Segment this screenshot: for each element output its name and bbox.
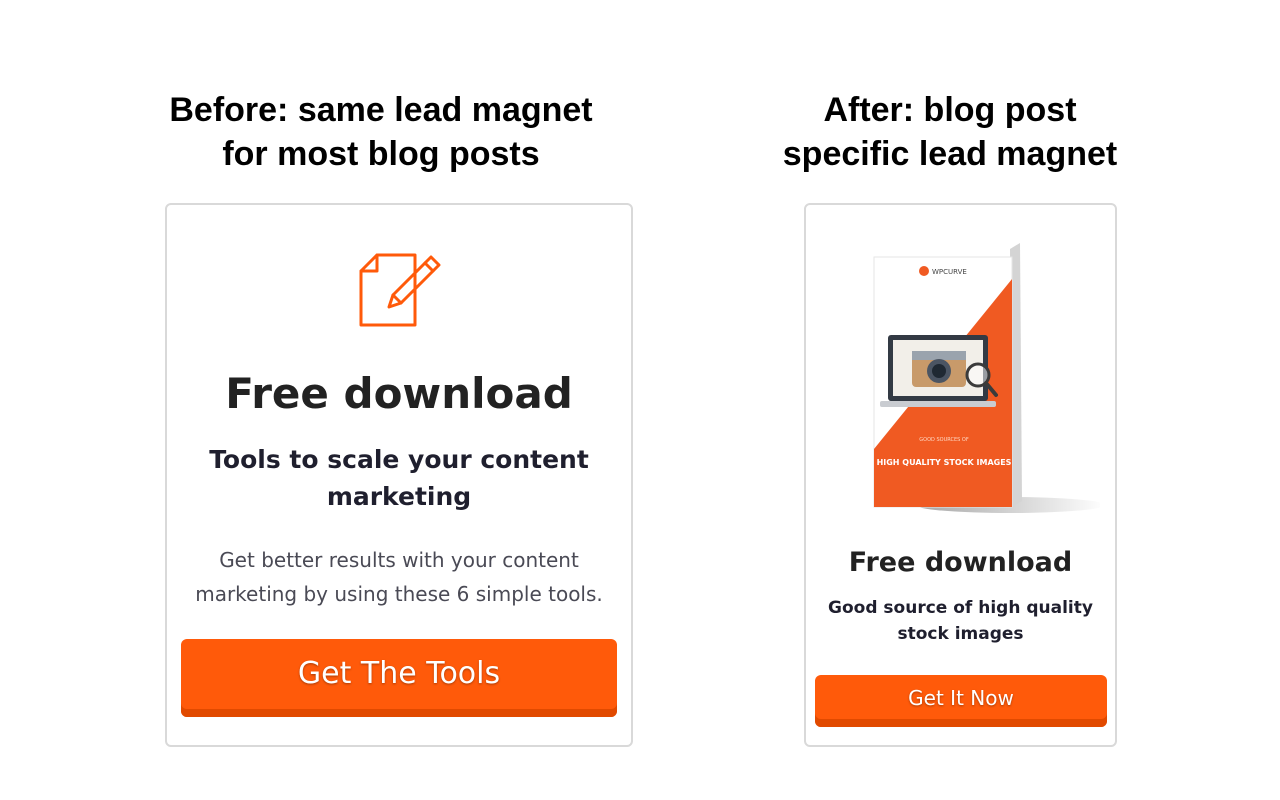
- card-title: Free download: [225, 369, 573, 418]
- after-heading-line-1: After: blog post: [823, 91, 1077, 129]
- card-description: Get better results with your content mar…: [195, 548, 603, 606]
- after-heading-line-2: specific lead magnet: [782, 135, 1118, 173]
- card-title: Free download: [848, 547, 1073, 578]
- book-title: HIGH QUALITY STOCK IMAGES: [877, 458, 1012, 467]
- before-lead-magnet-card: Free download Tools to scale your conten…: [165, 203, 633, 747]
- document-edit-icon: [359, 253, 441, 327]
- book-kicker: GOOD SOURCES OF: [919, 437, 969, 443]
- book-brand: WPCURVE: [932, 268, 967, 276]
- get-the-tools-button[interactable]: Get The Tools: [181, 639, 617, 717]
- ebook-cover-image: WPCURVE GOOD SOURCES OF HIGH QUALITY STO…: [873, 243, 1100, 513]
- laptop-base: [880, 401, 996, 407]
- after-heading: After: blog post specific lead magnet: [700, 88, 1200, 176]
- before-heading: Before: same lead magnet for most blog p…: [131, 88, 631, 176]
- before-heading-line-2: for most blog posts: [222, 135, 540, 173]
- card-subtitle: Tools to scale your content marketing: [209, 445, 589, 511]
- brand-logo-icon: [919, 266, 929, 276]
- get-it-now-button[interactable]: Get It Now: [815, 675, 1107, 727]
- after-lead-magnet-card: WPCURVE GOOD SOURCES OF HIGH QUALITY STO…: [804, 203, 1117, 747]
- before-heading-line-1: Before: same lead magnet: [169, 91, 593, 129]
- card-subtitle: Good source of high quality stock images: [828, 598, 1093, 644]
